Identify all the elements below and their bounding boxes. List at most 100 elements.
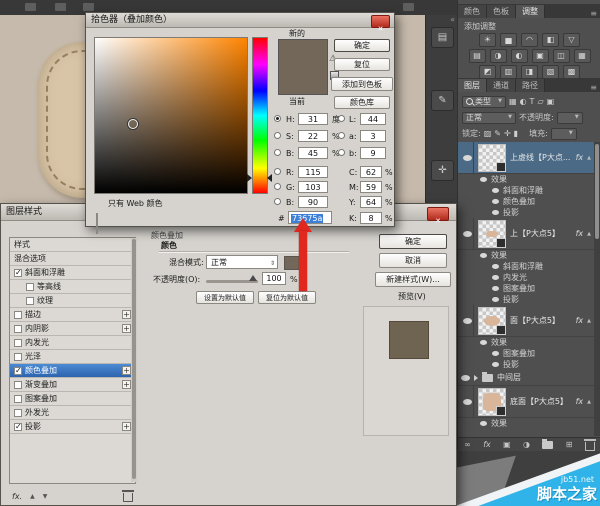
expand-group-icon[interactable] bbox=[474, 375, 478, 381]
tab-channels[interactable]: 通道 bbox=[487, 79, 516, 92]
eye-icon[interactable] bbox=[492, 286, 499, 291]
eye-icon[interactable] bbox=[480, 177, 487, 182]
m-field[interactable]: 59 bbox=[360, 181, 382, 193]
lock-transparent-icon[interactable]: ▨ bbox=[484, 128, 492, 140]
expand-panels-icon[interactable]: « bbox=[450, 15, 455, 24]
style-row-contour[interactable]: 等高线 bbox=[10, 280, 135, 294]
blend-mode-select[interactable]: 正常 ⇕ bbox=[206, 255, 278, 269]
b-field[interactable]: 45 bbox=[298, 147, 328, 159]
add-instance-icon[interactable]: + bbox=[122, 366, 131, 375]
c-field[interactable]: 62 bbox=[360, 166, 382, 178]
tab-color[interactable]: 颜色 bbox=[458, 5, 487, 18]
add-to-swatches-button[interactable]: 添加到色板 bbox=[331, 77, 393, 91]
adjustment-icon-curves[interactable]: ◠ bbox=[521, 33, 538, 47]
group-name[interactable]: 中间层 bbox=[497, 372, 521, 383]
effect-item[interactable]: 内发光 bbox=[458, 272, 594, 283]
style-row-texture[interactable]: 纹理 bbox=[10, 294, 135, 308]
eye-icon[interactable] bbox=[461, 375, 470, 381]
layer-name[interactable]: 面【P大点5】 bbox=[510, 315, 572, 326]
style-row-gradient-overlay[interactable]: 渐变叠加+ bbox=[10, 378, 135, 392]
style-row-pattern-overlay[interactable]: 图案叠加 bbox=[10, 392, 135, 406]
color-libraries-button[interactable]: 颜色库 bbox=[334, 96, 390, 109]
eye-icon[interactable] bbox=[480, 421, 487, 426]
panel-menu-icon[interactable]: ≡ bbox=[590, 9, 600, 18]
g-radio[interactable] bbox=[274, 183, 281, 190]
eye-icon[interactable] bbox=[492, 362, 499, 367]
eye-icon[interactable] bbox=[492, 210, 499, 215]
r-radio[interactable] bbox=[274, 168, 281, 175]
close-icon[interactable] bbox=[371, 15, 390, 28]
new-style-button[interactable]: 新建样式(W)... bbox=[375, 272, 451, 287]
style-row-inner-shadow[interactable]: 内阴影+ bbox=[10, 322, 135, 336]
panel-menu-icon[interactable]: ≡ bbox=[590, 83, 600, 92]
layer-row[interactable]: 上【P大点5】 fx ▲ bbox=[458, 218, 594, 250]
effect-item[interactable]: 图案叠加 bbox=[458, 283, 594, 294]
close-icon[interactable] bbox=[427, 207, 449, 221]
adjustment-icon-black-white[interactable]: ◐ bbox=[511, 49, 528, 63]
collapsed-panel-icon-3[interactable]: ✛ bbox=[431, 160, 454, 181]
style-row-satin[interactable]: 光泽 bbox=[10, 350, 135, 364]
adjustment-icon-selective-color[interactable]: ▩ bbox=[563, 65, 580, 79]
new-layer-icon[interactable]: ⊞ bbox=[566, 440, 573, 449]
layers-scrollbar[interactable] bbox=[594, 142, 600, 436]
adjustment-icon-hue-saturation[interactable]: ▤ bbox=[469, 49, 486, 63]
move-style-down-icon[interactable]: ▼ bbox=[43, 493, 48, 500]
filter-shape-layers-icon[interactable]: ▱ bbox=[537, 96, 543, 108]
style-row-color-overlay[interactable]: 颜色叠加+ bbox=[10, 364, 135, 378]
visibility-toggle[interactable] bbox=[461, 386, 474, 417]
reset-button[interactable]: 复位 bbox=[334, 58, 390, 71]
style-row-bevel-emboss[interactable]: 斜面和浮雕 bbox=[10, 266, 135, 280]
hue-marker-right[interactable] bbox=[267, 174, 272, 182]
fx-menu-icon[interactable]: fx. bbox=[12, 492, 22, 501]
style-row-stroke[interactable]: 描边+ bbox=[10, 308, 135, 322]
l-radio[interactable] bbox=[338, 115, 345, 122]
effects-header[interactable]: 效果 bbox=[458, 337, 594, 348]
style-row-inner-glow[interactable]: 内发光 bbox=[10, 336, 135, 350]
cancel-button[interactable]: 取消 bbox=[379, 253, 447, 268]
styles-scrollbar[interactable] bbox=[131, 238, 137, 482]
eye-icon[interactable] bbox=[480, 253, 487, 258]
layer-thumbnail[interactable] bbox=[478, 388, 506, 416]
eye-icon[interactable] bbox=[492, 199, 499, 204]
rgb-b-radio[interactable] bbox=[274, 198, 281, 205]
y-field[interactable]: 64 bbox=[360, 196, 382, 208]
filter-adjustment-layers-icon[interactable]: ◐ bbox=[520, 96, 527, 108]
effect-item[interactable]: 投影 bbox=[458, 359, 594, 370]
color-picker-title-bar[interactable]: 拾色器（叠加颜色） bbox=[86, 13, 394, 28]
eye-icon[interactable] bbox=[492, 188, 499, 193]
layer-row[interactable]: 面【P大点5】 fx ▲ bbox=[458, 305, 594, 337]
add-instance-icon[interactable]: + bbox=[122, 422, 131, 431]
color-field[interactable] bbox=[94, 37, 248, 194]
style-checkbox[interactable] bbox=[14, 311, 22, 319]
adjustment-icon-vibrance[interactable]: ▽ bbox=[563, 33, 580, 47]
lock-paint-icon[interactable]: ✎ bbox=[494, 128, 501, 140]
web-only-checkbox[interactable] bbox=[96, 213, 98, 234]
collapse-effects-icon[interactable]: ▲ bbox=[587, 155, 591, 161]
adjustment-icon-channel-mixer[interactable]: ◫ bbox=[553, 49, 570, 63]
s-field[interactable]: 22 bbox=[298, 130, 328, 142]
style-row-outer-glow[interactable]: 外发光 bbox=[10, 406, 135, 420]
style-checkbox[interactable] bbox=[14, 339, 22, 347]
layer-thumbnail[interactable] bbox=[478, 220, 506, 248]
style-checkbox[interactable] bbox=[14, 269, 22, 277]
g-field[interactable]: 103 bbox=[298, 181, 328, 193]
visibility-toggle[interactable] bbox=[461, 218, 474, 249]
style-checkbox[interactable] bbox=[14, 409, 22, 417]
new-adjustment-layer-icon[interactable]: ◑ bbox=[523, 440, 530, 449]
scrollbar-thumb[interactable] bbox=[132, 239, 136, 479]
adjustment-icon-exposure[interactable]: ◧ bbox=[542, 33, 559, 47]
add-layer-mask-icon[interactable]: ▣ bbox=[503, 440, 511, 449]
b-radio[interactable] bbox=[274, 149, 281, 156]
layer-thumbnail[interactable] bbox=[478, 144, 506, 172]
lab-b-field[interactable]: 9 bbox=[360, 147, 386, 159]
style-checkbox[interactable] bbox=[14, 381, 22, 389]
layer-row-selected[interactable]: 上虚线【P大点... fx ▲ bbox=[458, 142, 594, 174]
effect-item[interactable]: 斜面和浮雕 bbox=[458, 261, 594, 272]
h-radio[interactable] bbox=[274, 115, 281, 122]
tab-swatches[interactable]: 色板 bbox=[487, 5, 516, 18]
rgb-b-field[interactable]: 90 bbox=[298, 196, 328, 208]
style-row-drop-shadow[interactable]: 投影+ bbox=[10, 420, 135, 434]
r-field[interactable]: 115 bbox=[298, 166, 328, 178]
fx-badge[interactable]: fx bbox=[576, 153, 584, 162]
link-layers-icon[interactable]: ∞ bbox=[464, 440, 471, 449]
